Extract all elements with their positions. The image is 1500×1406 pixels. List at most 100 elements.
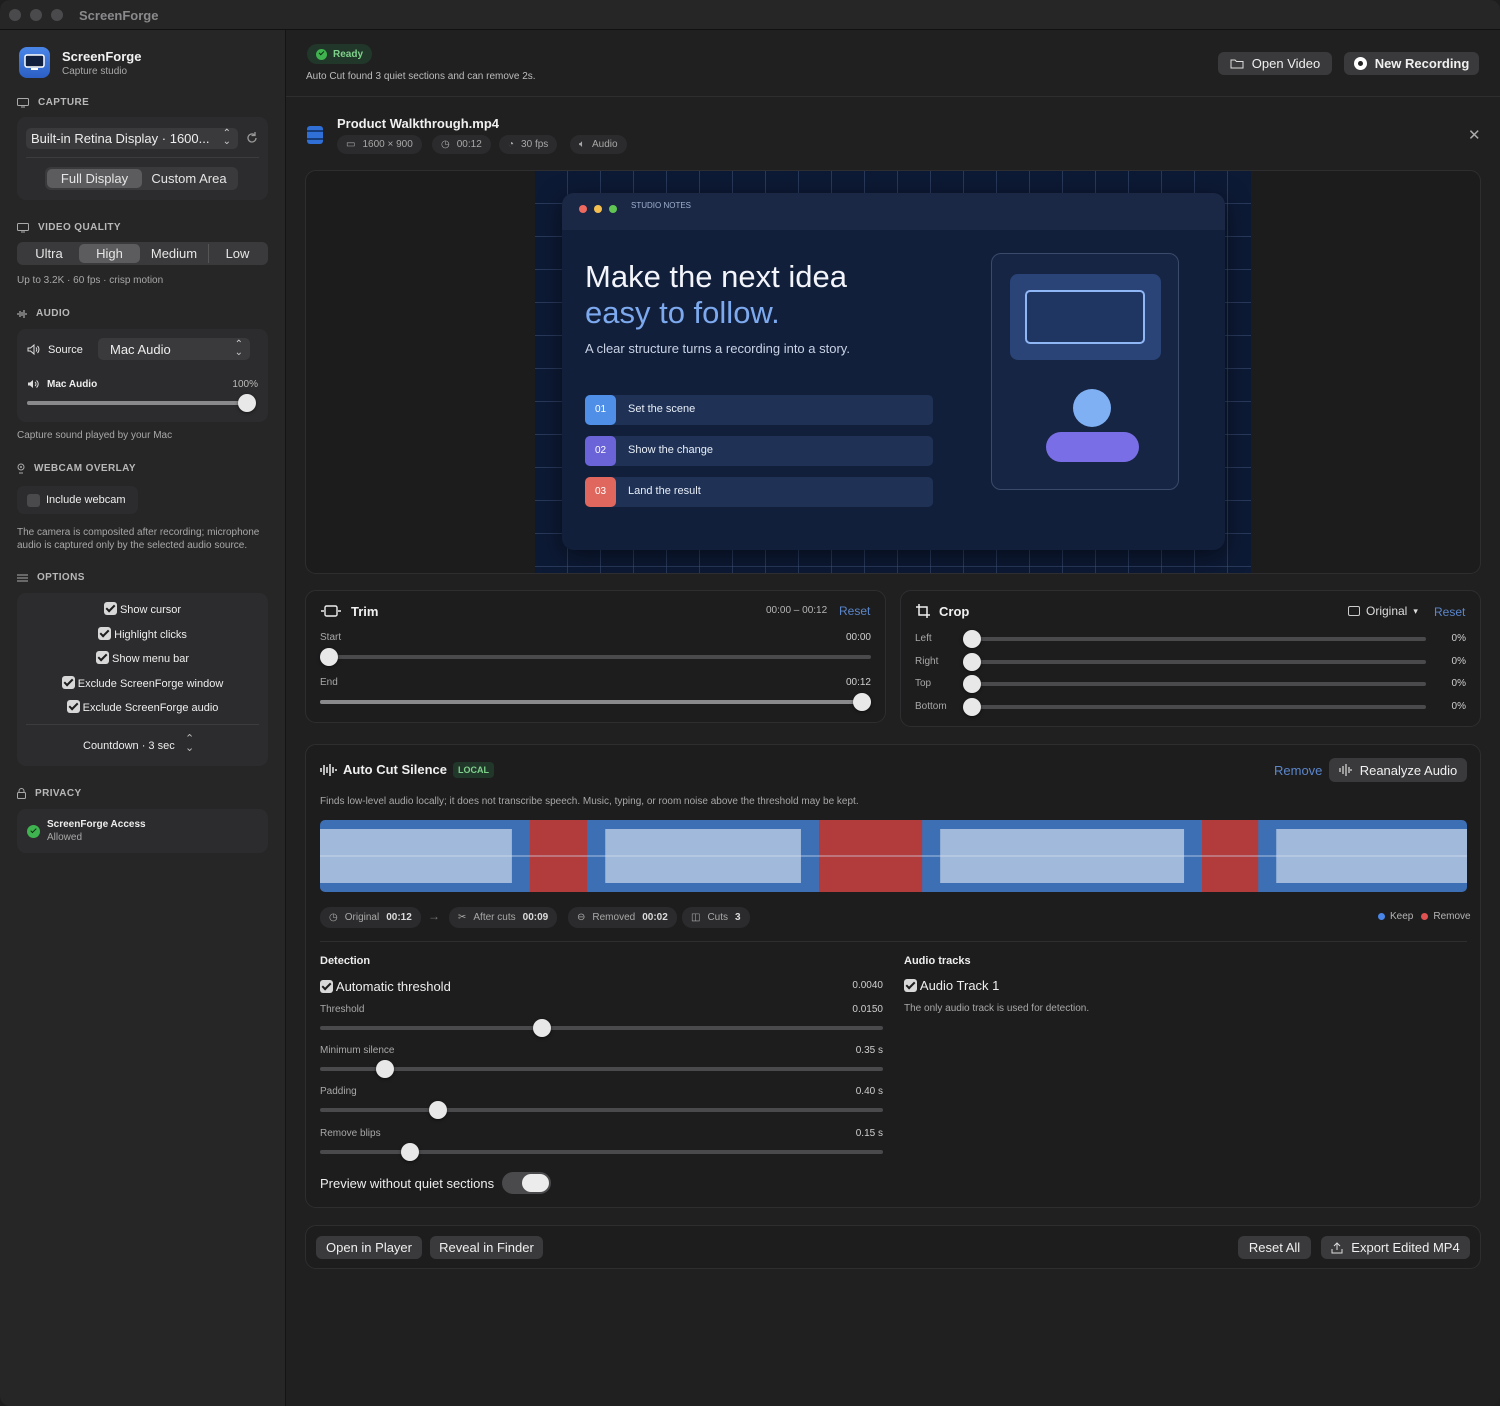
display-select[interactable]: Built-in Retina Display · 1600... ⌃ ⌄ (26, 128, 238, 149)
option-highlight-clicks[interactable]: Highlight clicks (17, 627, 268, 641)
option-label: Exclude ScreenForge audio (82, 702, 219, 714)
resolution-value: 1600 × 900 (362, 139, 413, 150)
detection-heading: Detection (320, 955, 371, 967)
reanalyze-audio-button[interactable]: Reanalyze Audio (1329, 758, 1467, 782)
waveform-timeline[interactable] (320, 820, 1467, 892)
crop-bottom-knob[interactable] (963, 698, 981, 716)
audio-level-slider[interactable] (27, 394, 256, 412)
open-video-button[interactable]: Open Video (1218, 52, 1332, 75)
automatic-threshold-toggle[interactable]: Automatic threshold (320, 979, 451, 994)
chevron-updown-icon: ⌃ ⌄ (222, 128, 231, 147)
audio-level-knob[interactable] (238, 394, 256, 412)
option-exclude-audio[interactable]: Exclude ScreenForge audio (17, 700, 268, 714)
step-number: 03 (585, 477, 616, 507)
remove-blips-knob[interactable] (401, 1143, 420, 1161)
remove-button[interactable]: Remove (1274, 763, 1322, 778)
open-in-player-button[interactable]: Open in Player (316, 1236, 422, 1259)
checkbox-checked[interactable] (66, 700, 80, 713)
trim-reset-button[interactable]: Reset (839, 604, 870, 618)
speaker-icon (28, 380, 39, 388)
crop-top-slider[interactable] (963, 675, 1426, 693)
trim-start-knob[interactable] (320, 648, 338, 666)
full-display-option[interactable]: Full Display (47, 169, 142, 188)
trim-range-fill (320, 700, 871, 704)
option-show-cursor[interactable]: Show cursor (17, 602, 268, 616)
mac-audio-level-label: Mac Audio (47, 379, 98, 390)
threshold-knob[interactable] (533, 1019, 552, 1037)
checkbox-checked[interactable] (904, 979, 917, 992)
padding-knob[interactable] (429, 1101, 448, 1119)
countdown-stepper[interactable]: ⌃ ⌄ (185, 734, 194, 754)
window-title: ScreenForge (79, 8, 159, 23)
quality-ultra[interactable]: Ultra (19, 244, 79, 263)
crop-bottom-slider[interactable] (963, 698, 1426, 716)
quality-high[interactable]: High (79, 244, 140, 263)
padding-slider[interactable] (320, 1101, 883, 1119)
option-exclude-window[interactable]: Exclude ScreenForge window (17, 676, 268, 690)
webcam-toggle[interactable]: Include webcam (17, 486, 138, 514)
audio-source-select[interactable]: Mac Audio ⌃ ⌄ (98, 338, 250, 360)
option-show-menu-bar[interactable]: Show menu bar (17, 651, 268, 665)
quality-medium[interactable]: Medium (140, 244, 208, 263)
capture-heading-label: CAPTURE (38, 97, 90, 108)
notes-window-label: STUDIO NOTES (631, 201, 692, 210)
legend-keep-label: Keep (1390, 911, 1414, 922)
minimum-silence-knob[interactable] (375, 1060, 394, 1078)
checkbox-checked[interactable] (98, 627, 112, 640)
custom-area-option[interactable]: Custom Area (142, 169, 236, 188)
crop-top-knob[interactable] (963, 675, 981, 693)
local-badge: LOCAL (453, 762, 494, 778)
close-window-button[interactable] (9, 9, 21, 21)
preview-illustration-card (991, 253, 1179, 490)
crop-reset-button[interactable]: Reset (1434, 605, 1465, 619)
export-icon (1331, 1241, 1343, 1253)
remove-blips-slider[interactable] (320, 1143, 883, 1161)
capture-card: Built-in Retina Display · 1600... ⌃ ⌄ Ful… (17, 117, 268, 200)
close-icon[interactable]: ✕ (1468, 126, 1481, 144)
minimum-silence-slider[interactable] (320, 1060, 883, 1078)
preview-headline-1: Make the next idea (585, 259, 847, 294)
film-icon (307, 126, 323, 144)
checkbox-checked[interactable] (103, 602, 117, 615)
divider (320, 941, 1467, 942)
crop-row-label: Right (915, 656, 939, 667)
refresh-icon[interactable] (245, 131, 259, 145)
automatic-threshold-label: Automatic threshold (335, 979, 451, 994)
options-card: Show cursor Highlight clicks Show menu b… (17, 593, 268, 766)
crop-left-slider[interactable] (963, 630, 1426, 648)
options-heading-label: OPTIONS (37, 572, 85, 583)
checkbox-checked[interactable] (61, 676, 75, 689)
crop-aspect-select[interactable]: Original ▾ (1348, 604, 1418, 618)
privacy-status: Allowed (47, 832, 83, 843)
resolution-chip: ▭ 1600 × 900 (337, 135, 422, 154)
new-recording-button[interactable]: New Recording (1344, 52, 1479, 75)
audio-chip: 🔈︎ Audio (570, 135, 627, 154)
preview-subline: A clear structure turns a recording into… (585, 341, 850, 356)
zoom-window-button[interactable] (51, 9, 63, 21)
checkbox-checked[interactable] (320, 980, 333, 993)
trim-end-label: End (320, 677, 338, 688)
sidebar: ScreenForge Capture studio CAPTURE Built… (0, 30, 286, 1406)
trim-end-slider[interactable] (320, 693, 871, 711)
reveal-in-finder-button[interactable]: Reveal in Finder (430, 1236, 543, 1259)
crop-right-knob[interactable] (963, 653, 981, 671)
audio-track-1-toggle[interactable]: Audio Track 1 (904, 978, 999, 993)
export-edited-mp4-button[interactable]: Export Edited MP4 (1321, 1236, 1470, 1259)
quality-low[interactable]: Low (208, 244, 266, 263)
crop-right-slider[interactable] (963, 653, 1426, 671)
threshold-slider[interactable] (320, 1019, 883, 1037)
minimize-window-button[interactable] (30, 9, 42, 21)
auto-cut-panel: Auto Cut Silence LOCAL Remove Reanalyze … (305, 744, 1481, 1208)
option-label: Highlight clicks (114, 629, 187, 641)
privacy-title: ScreenForge Access (47, 819, 146, 830)
checkbox-checked[interactable] (95, 651, 109, 664)
stat-label: Original (344, 912, 380, 923)
monitor-icon (17, 97, 29, 107)
trim-end-knob[interactable] (853, 693, 871, 711)
folder-icon (1230, 59, 1244, 69)
webcam-checkbox[interactable] (27, 494, 40, 507)
trim-start-slider[interactable] (320, 648, 871, 666)
reset-all-button[interactable]: Reset All (1238, 1236, 1311, 1259)
crop-left-knob[interactable] (963, 630, 981, 648)
preview-without-quiet-toggle[interactable] (502, 1172, 551, 1194)
